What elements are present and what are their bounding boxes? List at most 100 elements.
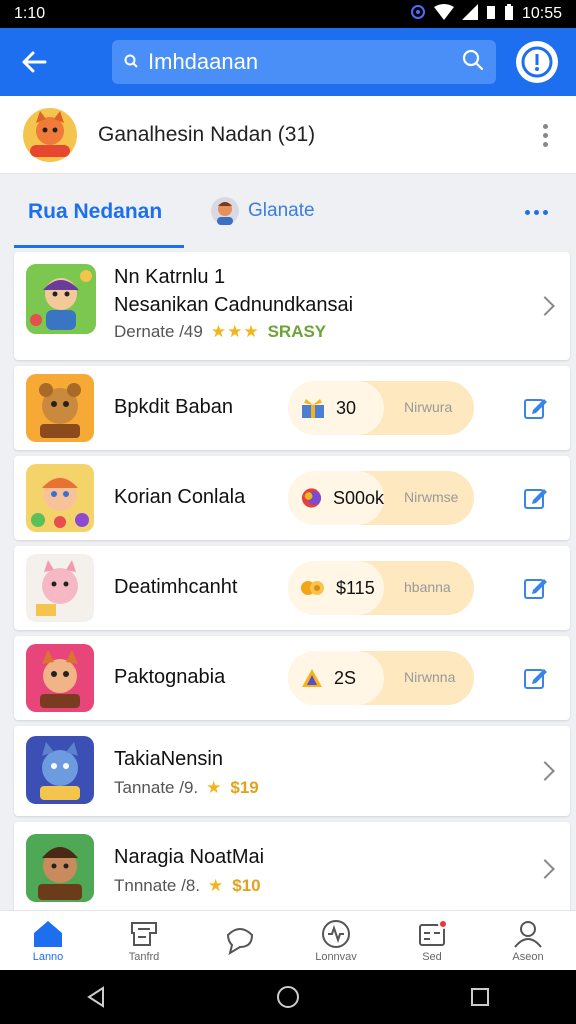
star-icon: ★ [208, 876, 225, 895]
tab-avatar-icon [211, 197, 239, 225]
nav-profile-label: Aseon [512, 950, 544, 963]
item-meta: Tannate /9. ★ $19 [114, 778, 259, 798]
nav-calendar-label: Sed [422, 950, 442, 963]
search-icon[interactable] [462, 49, 484, 76]
collection-avatar [22, 107, 78, 163]
bottom-navigation: Lanno Tanfrd Lonnvav Sed Aseon [0, 910, 576, 970]
game-thumbnail [26, 736, 94, 804]
pill-label: Nirwnna [404, 669, 456, 685]
nav-calendar[interactable]: Sed [384, 911, 480, 970]
tab-more-icon[interactable] [525, 210, 548, 215]
edit-icon[interactable] [524, 577, 548, 599]
edit-icon[interactable] [524, 487, 548, 509]
pill-value-area: $115 [288, 561, 384, 615]
home-icon [34, 920, 62, 947]
nav-profile[interactable]: Aseon [480, 911, 576, 970]
list-item[interactable]: Nn Katrnlu 1 Nesanikan Cadnundkansai Der… [14, 252, 570, 360]
chevron-right-icon [535, 296, 555, 316]
battery-icon [504, 3, 514, 25]
system-recents-icon[interactable] [469, 986, 491, 1008]
nav-ticket-label: Tanfrd [128, 950, 160, 963]
tab-active[interactable]: Rua Nedanan [14, 178, 184, 248]
edit-icon[interactable] [524, 397, 548, 419]
wifi-icon [433, 3, 454, 25]
price-pill[interactable]: S00ok Nirwmse [288, 471, 474, 525]
collection-title: Ganalhesin Nadan (31) [98, 122, 316, 146]
list-item[interactable]: Naragia NoatMai Tnnnate /8. ★ $10 [14, 822, 570, 916]
price-pill[interactable]: 2S Nirwnna [288, 651, 474, 705]
nav-home-label: Lanno [32, 950, 64, 963]
pill-label: Nirwmse [404, 489, 459, 505]
item-tag: SRASY [267, 322, 327, 341]
list-item[interactable]: Paktognabia 2S Nirwnna [14, 636, 570, 720]
back-button[interactable] [0, 28, 68, 96]
status-time-right: 10:55 [521, 5, 562, 22]
search-input[interactable] [148, 49, 462, 75]
item-title: Korian Conlala [114, 486, 246, 508]
pill-value-area: 30 [288, 381, 384, 435]
nav-heart[interactable]: Lonnvav [288, 911, 384, 970]
status-time-left: 1:10 [14, 5, 46, 22]
game-thumbnail [26, 644, 94, 712]
system-home-icon[interactable] [276, 985, 300, 1009]
status-bar: 1:10 10:55 [0, 0, 576, 28]
info-icon [521, 46, 553, 78]
pill-label: Nirwura [404, 399, 453, 415]
list-item[interactable]: TakiaNensin Tannate /9. ★ $19 [14, 726, 570, 816]
game-thumbnail [26, 554, 94, 622]
item-title: Paktognabia [114, 666, 226, 688]
game-thumbnail [26, 264, 96, 334]
star-icon: ★ [206, 778, 223, 797]
list-item[interactable]: Korian Conlala S00ok Nirwmse [14, 456, 570, 540]
nav-chat[interactable] [192, 911, 288, 970]
more-options-icon[interactable] [543, 124, 548, 147]
game-list: Nn Katrnlu 1 Nesanikan Cadnundkansai Der… [14, 252, 570, 922]
triangle-icon [302, 669, 322, 687]
item-title: Nn Katrnlu 1 [114, 266, 226, 288]
pill-value: 2S [334, 667, 357, 688]
price-pill[interactable]: 30 Nirwura [288, 381, 474, 435]
item-meta-text: Dernate /49 [114, 322, 203, 341]
item-title: TakiaNensin [114, 748, 223, 770]
search-bar[interactable] [112, 40, 496, 84]
chevron-right-icon [535, 859, 555, 879]
status-icons: 10:55 [410, 3, 562, 25]
system-navigation [0, 970, 576, 1024]
nav-ticket[interactable]: Tanfrd [96, 911, 192, 970]
game-thumbnail [26, 374, 94, 442]
item-meta: Tnnnate /8. ★ $10 [114, 876, 261, 896]
signal-icon [461, 3, 478, 25]
nav-home[interactable]: Lanno [0, 911, 96, 970]
nav-heart-label: Lonnvav [315, 950, 357, 963]
tab-bar: Rua Nedanan Glanate [0, 178, 576, 248]
gem-icon [301, 488, 322, 508]
tab-second-label: Glanate [248, 200, 315, 221]
profile-icon [514, 920, 542, 948]
chevron-right-icon [535, 761, 555, 781]
search-leading-icon [124, 54, 138, 71]
arrow-left-icon [22, 51, 47, 73]
list-item[interactable]: Bpkdit Baban 30 Nirwura [14, 366, 570, 450]
item-price: $10 [232, 876, 261, 895]
heart-icon [322, 919, 350, 948]
info-button[interactable] [516, 41, 558, 83]
sim-icon [486, 4, 496, 25]
price-pill[interactable]: $115 hbanna [288, 561, 474, 615]
tab-active-label: Rua Nedanan [28, 199, 163, 223]
tab-second[interactable]: Glanate [210, 196, 315, 226]
ticket-icon [131, 921, 157, 946]
pill-value: S00ok [332, 487, 384, 508]
gift-icon [302, 399, 324, 418]
collection-header: Ganalhesin Nadan (31) [0, 96, 576, 174]
system-back-icon[interactable] [85, 986, 107, 1008]
coins-icon [301, 581, 324, 595]
item-meta-text: Tnnnate /8. [114, 876, 201, 895]
item-subtitle: Nesanikan Cadnundkansai [114, 294, 354, 316]
notification-badge [438, 919, 448, 929]
game-thumbnail [26, 464, 94, 532]
pill-value-area: S00ok [288, 471, 384, 525]
edit-icon[interactable] [524, 667, 548, 689]
list-item[interactable]: Deatimhcanht $115 hbanna [14, 546, 570, 630]
item-title: Deatimhcanht [114, 576, 238, 598]
item-meta-text: Tannate /9. [114, 778, 199, 797]
